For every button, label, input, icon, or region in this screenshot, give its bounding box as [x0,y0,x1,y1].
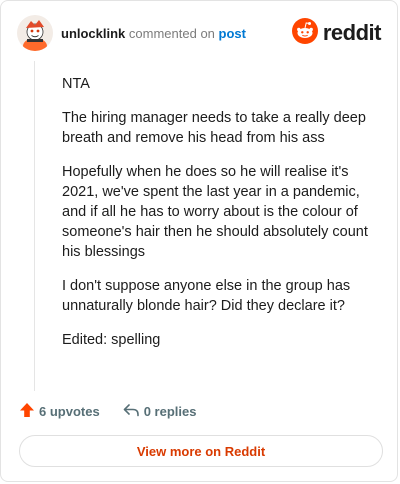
username-link[interactable]: unlocklink [61,26,125,41]
comment-meta: unlocklink commented on post [61,26,246,42]
upvotes-stat[interactable]: 6 upvotes [19,402,100,421]
comment-paragraph: Hopefully when he does so he will realis… [62,164,368,260]
post-link[interactable]: post [219,26,246,41]
replies-stat[interactable]: 0 replies [122,402,197,421]
thread-line [34,61,35,391]
reply-arrow-icon [122,402,144,421]
comment-paragraph: Edited: spelling [62,332,161,348]
comment-paragraph: The hiring manager needs to take a reall… [62,110,366,146]
action-text: commented on [128,26,215,41]
reddit-logo-icon [291,17,318,49]
comment-body: NTA The hiring manager needs to take a r… [62,74,372,364]
reddit-logo[interactable]: reddit [291,17,382,49]
comment-header: unlocklink commented on post reddit [17,15,382,51]
comment-embed-card: unlocklink commented on post reddit NTA … [0,0,398,482]
upvote-arrow-icon [19,402,39,421]
view-more-button[interactable]: View more on Reddit [19,435,383,467]
upvotes-count: 6 upvotes [39,403,100,419]
comment-footer: 6 upvotes 0 replies [19,401,218,421]
reddit-logo-text: reddit [322,20,382,45]
avatar-icon[interactable] [17,15,53,51]
comment-paragraph: NTA [62,76,90,92]
comment-paragraph: I don't suppose anyone else in the group… [62,278,351,314]
replies-count: 0 replies [143,403,197,419]
